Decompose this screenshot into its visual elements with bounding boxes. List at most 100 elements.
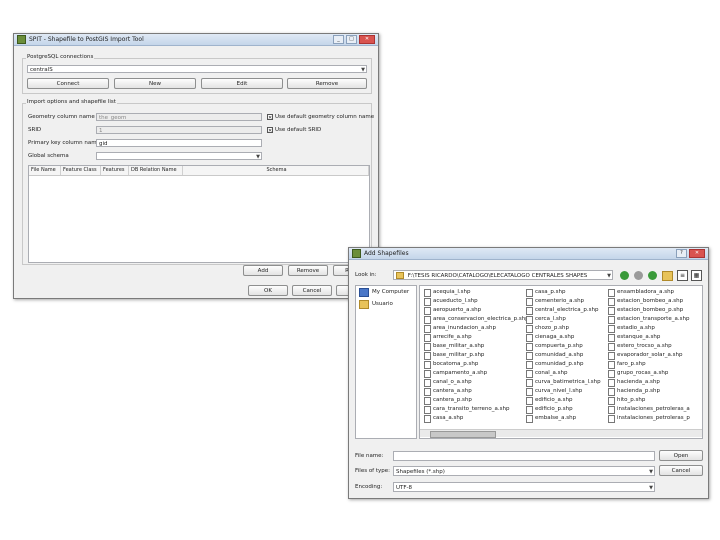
maximize-icon[interactable]: □ [346, 35, 357, 44]
file-item[interactable]: compuerta_p.shp [526, 342, 601, 351]
remove-button[interactable]: Remove [288, 265, 328, 276]
add-shapefiles-dialog: Add Shapefiles ? ✕ Look in: F:\TESIS RIC… [348, 247, 709, 499]
file-item[interactable]: base_militar_p.shp [424, 351, 529, 360]
remove-connection-button[interactable]: Remove [287, 78, 367, 89]
file-item[interactable]: conal_a.shp [526, 369, 601, 378]
file-item-label: estacion_bombeo_a.shp [617, 298, 684, 304]
file-item[interactable]: comunidad_a.shp [526, 351, 601, 360]
file-item[interactable]: cantera_a.shp [424, 387, 529, 396]
file-item[interactable]: acueducto_l.shp [424, 297, 529, 306]
file-name-input[interactable] [393, 451, 655, 461]
file-item-label: aeropuerto_a.shp [433, 307, 482, 313]
cancel-button[interactable]: Cancel [292, 285, 332, 296]
file-icon [526, 378, 533, 387]
cancel-button[interactable]: Cancel [659, 465, 703, 476]
place-my-computer[interactable]: My Computer [356, 286, 416, 298]
use-default-geometry-checkbox[interactable]: ✕ [267, 114, 273, 121]
open-button[interactable]: Open [659, 450, 703, 461]
file-item[interactable]: base_militar_a.shp [424, 342, 529, 351]
file-item-label: evaporador_solar_a.shp [617, 352, 683, 358]
geometry-column-input[interactable]: the_geom [96, 113, 262, 121]
file-item[interactable]: edificio_a.shp [526, 396, 601, 405]
up-folder-icon[interactable] [648, 271, 657, 280]
detail-view-icon[interactable]: ▦ [691, 270, 702, 281]
column-features[interactable]: Features [101, 166, 129, 175]
file-item[interactable]: estanque_a.shp [608, 333, 690, 342]
help-icon[interactable]: ? [676, 249, 687, 258]
file-item[interactable]: ensambladora_a.shp [608, 288, 690, 297]
look-in-select[interactable]: F:\TESIS RICARDO\CATALOGO\ELECATALOGO CE… [393, 270, 613, 280]
new-folder-icon[interactable] [662, 271, 673, 281]
encoding-select[interactable]: UTF-8 ▼ [393, 482, 655, 492]
files-of-type-select[interactable]: Shapefiles (*.shp) ▼ [393, 466, 655, 476]
file-item[interactable]: instalaciones_petroleras_p [608, 414, 690, 423]
file-item[interactable]: estadio_a.shp [608, 324, 690, 333]
file-list[interactable]: acequia_l.shp acueducto_l.shp aeropuerto_a… [419, 285, 703, 439]
file-item[interactable]: cara_transito_terreno_a.shp [424, 405, 529, 414]
file-item[interactable]: area_conservacion_electrica_p.shp [424, 315, 529, 324]
file-item[interactable]: arrecife_a.shp [424, 333, 529, 342]
place-usuario[interactable]: Usuario [356, 298, 416, 310]
file-item[interactable]: embalse_a.shp [526, 414, 601, 423]
close-icon[interactable]: ✕ [689, 249, 705, 258]
back-icon[interactable] [620, 271, 629, 280]
srid-input[interactable]: 1 [96, 126, 262, 134]
file-item[interactable]: chozo_p.shp [526, 324, 601, 333]
file-item[interactable]: bocatoma_p.shp [424, 360, 529, 369]
file-item[interactable]: cementerio_a.shp [526, 297, 601, 306]
file-item[interactable]: casa_a.shp [424, 414, 529, 423]
file-item[interactable]: central_electrica_p.shp [526, 306, 601, 315]
file-item[interactable]: faro_p.shp [608, 360, 690, 369]
list-view-icon[interactable]: ≡ [677, 270, 688, 281]
connection-select[interactable]: centralS ▼ [27, 65, 367, 73]
column-db-relation-name[interactable]: DB Relation Name [129, 166, 183, 175]
add-button[interactable]: Add [243, 265, 283, 276]
minimize-icon[interactable]: _ [333, 35, 344, 44]
file-item-label: estanque_a.shp [617, 334, 661, 340]
edit-button[interactable]: Edit [201, 78, 283, 89]
scroll-thumb[interactable] [430, 431, 496, 438]
file-item[interactable]: estacion_bombeo_p.shp [608, 306, 690, 315]
file-item[interactable]: acequia_l.shp [424, 288, 529, 297]
ok-button[interactable]: OK [248, 285, 288, 296]
primary-key-input[interactable]: gid [96, 139, 262, 147]
file-item[interactable]: estacion_transporte_a.shp [608, 315, 690, 324]
column-feature-class[interactable]: Feature Class [61, 166, 101, 175]
file-item[interactable]: evaporador_solar_a.shp [608, 351, 690, 360]
file-item[interactable]: hito_p.shp [608, 396, 690, 405]
file-item[interactable]: aeropuerto_a.shp [424, 306, 529, 315]
file-item[interactable]: estero_trocso_a.shp [608, 342, 690, 351]
file-icon [526, 369, 533, 378]
file-item[interactable]: estacion_bombeo_a.shp [608, 297, 690, 306]
connect-button[interactable]: Connect [27, 78, 109, 89]
file-icon [608, 360, 615, 369]
file-item[interactable]: comunidad_p.shp [526, 360, 601, 369]
file-item[interactable]: hacienda_p.shp [608, 387, 690, 396]
file-item[interactable]: hacienda_a.shp [608, 378, 690, 387]
file-item[interactable]: casa_p.shp [526, 288, 601, 297]
column-schema[interactable]: Schema [183, 166, 369, 175]
file-item-label: estacion_bombeo_p.shp [617, 307, 684, 313]
column-file-name[interactable]: File Name [29, 166, 61, 175]
file-item[interactable]: curva_batimetrica_l.shp [526, 378, 601, 387]
file-item[interactable]: canal_o_a.shp [424, 378, 529, 387]
file-item[interactable]: edificio_p.shp [526, 405, 601, 414]
file-item[interactable]: grupo_rocas_a.shp [608, 369, 690, 378]
file-name-label: File name: [355, 453, 384, 459]
horizontal-scrollbar[interactable] [420, 429, 702, 438]
file-item[interactable]: campamento_a.shp [424, 369, 529, 378]
new-button[interactable]: New [114, 78, 196, 89]
file-item[interactable]: cerca_l.shp [526, 315, 601, 324]
file-item[interactable]: curva_nivel_l.shp [526, 387, 601, 396]
file-item[interactable]: cantera_p.shp [424, 396, 529, 405]
file-item[interactable]: cienaga_a.shp [526, 333, 601, 342]
forward-icon[interactable] [634, 271, 643, 280]
file-item[interactable]: instalaciones_petroleras_a [608, 405, 690, 414]
file-icon [608, 324, 615, 333]
close-icon[interactable]: ✕ [359, 35, 375, 44]
use-default-srid-checkbox[interactable]: ✕ [267, 127, 273, 134]
shapefile-table[interactable]: File Name Feature Class Features DB Rela… [28, 165, 370, 263]
global-schema-select[interactable]: ▼ [96, 152, 262, 160]
file-item[interactable]: area_inundacion_a.shp [424, 324, 529, 333]
file-icon [526, 288, 533, 297]
